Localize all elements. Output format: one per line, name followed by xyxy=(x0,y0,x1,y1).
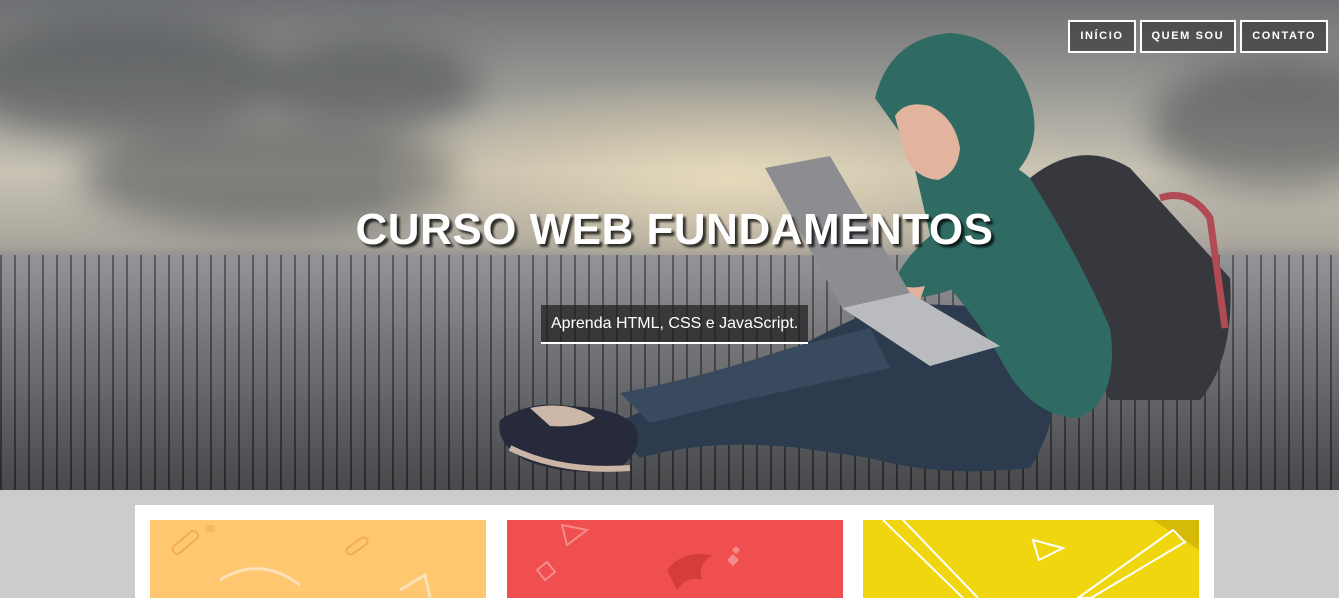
courses-section xyxy=(135,505,1214,598)
student-with-laptop-illustration xyxy=(499,33,1231,472)
hero-title: CURSO WEB FUNDAMENTOS xyxy=(355,205,994,254)
javascript-card[interactable] xyxy=(863,520,1199,598)
css-card-artwork xyxy=(535,523,740,590)
javascript-card-artwork xyxy=(882,520,1199,598)
hero-banner: INÍCIO QUEM SOU CONTATO CURSO WEB FUNDAM… xyxy=(0,0,1339,490)
nav-contato-button[interactable]: CONTATO xyxy=(1240,20,1328,53)
html-card[interactable] xyxy=(150,520,486,598)
css-card[interactable] xyxy=(507,520,843,598)
nav-quem-sou-button[interactable]: QUEM SOU xyxy=(1139,20,1237,53)
main-navigation: INÍCIO QUEM SOU CONTATO xyxy=(1068,20,1328,53)
hero-subtitle: Aprenda HTML, CSS e JavaScript. xyxy=(541,305,808,344)
html-card-artwork xyxy=(171,525,432,598)
nav-inicio-button[interactable]: INÍCIO xyxy=(1068,20,1136,53)
